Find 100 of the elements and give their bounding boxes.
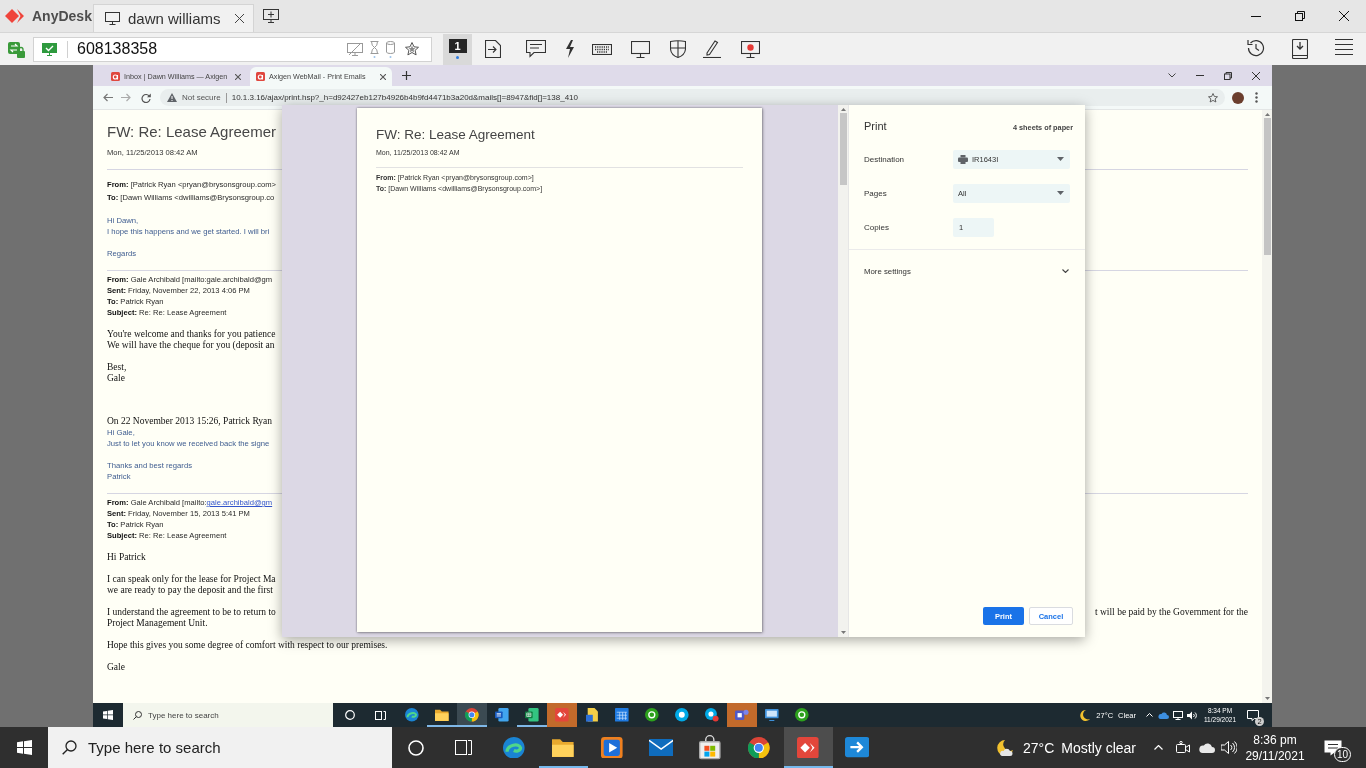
diamond-logo-icon	[555, 708, 569, 722]
scrollbar[interactable]	[1262, 110, 1272, 703]
chevron-up-icon[interactable]	[1146, 713, 1153, 717]
scrollbar-thumb[interactable]	[1263, 118, 1271, 255]
round-logo-icon	[675, 708, 689, 722]
circle-icon[interactable]	[408, 739, 424, 756]
round-logo-icon	[748, 736, 770, 759]
notification-badge: 10	[1334, 747, 1351, 762]
email-text: On 22 November 2013 15:26, Patrick Ryan	[107, 416, 273, 427]
email-text: You're welcome and thanks for you patience	[107, 329, 276, 340]
task-view-icon[interactable]	[454, 740, 472, 755]
lightning-icon[interactable]	[565, 40, 574, 58]
dialog-title: Print	[864, 119, 887, 133]
down-arrow-icon[interactable]	[840, 631, 846, 634]
email-subject: FW: Re: Lease Agreemer	[107, 122, 276, 142]
clock-date[interactable]: 29/11/2021	[1245, 747, 1305, 764]
address-field[interactable]: 608138358	[33, 36, 432, 62]
up-arrow-icon[interactable]	[1264, 113, 1270, 116]
email-text: Hope this gives you some degree of comfort with respect to our premises.	[107, 640, 388, 651]
video-call-icon[interactable]	[1176, 740, 1190, 755]
document-tile-icon	[495, 708, 509, 722]
address-bar[interactable]: Not secure 10.1.3.16/ajax/print.hsp?_h=d92427eb127b4926b4b9fd4471b3a20d&mails[]=8947&fid[]=138_410	[160, 89, 1225, 106]
session-tab[interactable]: dawn williams	[93, 4, 254, 32]
hourglass-icon[interactable]	[370, 40, 379, 58]
field-label: Copies	[864, 222, 890, 232]
scrollbar[interactable]	[838, 105, 848, 637]
search-field[interactable]: Type here to search	[48, 727, 392, 768]
task-view-icon[interactable]	[374, 710, 386, 720]
notification-icon[interactable]	[1247, 709, 1259, 721]
arrow-screen-icon	[844, 737, 870, 758]
search-field[interactable]: Type here to search	[123, 703, 333, 727]
close-icon[interactable]	[235, 14, 244, 23]
kebab-menu-icon[interactable]	[1255, 92, 1258, 103]
email-text: Gale	[107, 662, 125, 673]
app-logo-icon	[5, 8, 24, 24]
monitor-icon[interactable]	[631, 40, 650, 58]
email-text: We will have the cheque for you (deposit an	[107, 340, 275, 351]
email-text: Hi Patrick	[107, 552, 146, 563]
chevron-down-icon[interactable]	[1168, 73, 1176, 78]
connection-lock-icon	[8, 40, 25, 58]
close-icon[interactable]	[380, 73, 386, 80]
down-arrow-icon[interactable]	[1264, 697, 1270, 700]
cloud-icon[interactable]	[1158, 711, 1169, 719]
book-icon[interactable]	[1292, 39, 1308, 59]
security-chip[interactable]: Not secure	[182, 93, 221, 102]
network-icon[interactable]	[1173, 710, 1183, 720]
cloud-icon[interactable]	[1199, 742, 1215, 753]
menu-icon[interactable]	[1335, 39, 1353, 55]
monitor-slash-icon[interactable]	[347, 42, 363, 56]
cylinder-icon[interactable]	[386, 40, 395, 58]
volume-icon[interactable]	[1221, 741, 1237, 754]
reload-icon[interactable]	[141, 92, 151, 103]
star-icon[interactable]	[405, 42, 419, 56]
page-title: FW: Re: Lease Agreement	[376, 127, 535, 143]
display-button[interactable]: 1	[443, 33, 472, 65]
minimize-icon[interactable]	[1251, 15, 1261, 17]
restore-icon[interactable]	[1224, 71, 1232, 80]
favicon-icon	[256, 72, 265, 81]
star-icon[interactable]	[1208, 92, 1218, 103]
chevron-up-icon[interactable]	[1154, 745, 1163, 750]
new-tab-icon[interactable]	[402, 71, 411, 80]
field-label: Destination	[864, 154, 906, 164]
windows-logo-icon[interactable]	[103, 710, 113, 720]
chat-icon[interactable]	[526, 40, 546, 58]
windows-logo-icon[interactable]	[16, 740, 32, 755]
round-logo-icon	[795, 708, 809, 722]
monitor-plus-icon[interactable]	[263, 9, 279, 23]
arrow-box-icon[interactable]	[485, 40, 501, 58]
folder-icon	[435, 709, 449, 721]
file-icon	[586, 708, 598, 722]
close-icon[interactable]	[1339, 11, 1349, 21]
up-arrow-icon[interactable]	[840, 108, 846, 111]
screen-icon	[765, 709, 779, 721]
back-icon[interactable]	[103, 93, 113, 102]
warning-icon	[167, 93, 177, 102]
scrollbar-thumb[interactable]	[839, 113, 847, 185]
keyboard-icon[interactable]	[592, 43, 612, 55]
record-icon[interactable]	[741, 40, 760, 58]
avatar-icon[interactable]	[1232, 91, 1244, 104]
email-text: Best,	[107, 362, 127, 373]
clock-time[interactable]: 8:36 pm	[1253, 731, 1297, 748]
restore-icon[interactable]	[1295, 11, 1305, 21]
folder-icon	[552, 738, 574, 757]
pen-icon[interactable]	[703, 40, 721, 58]
tile-logo-icon	[735, 708, 749, 722]
monitor-icon[interactable]	[105, 12, 120, 25]
indicator-dot-icon	[456, 56, 459, 59]
taskbar-button[interactable]	[783, 727, 833, 768]
field-label: Pages	[864, 188, 888, 198]
close-icon[interactable]	[1252, 71, 1260, 80]
circle-icon[interactable]	[345, 710, 355, 720]
email-text: I understand the agreement to be to return to	[107, 607, 276, 618]
volume-icon[interactable]	[1187, 710, 1197, 720]
shield-icon[interactable]	[670, 40, 686, 58]
history-icon[interactable]	[1247, 39, 1265, 57]
shopping-bag-icon	[699, 735, 721, 760]
diamond-logo-icon	[797, 736, 819, 759]
search-icon	[133, 710, 142, 720]
moon-icon	[996, 738, 1015, 757]
play-tile-icon	[601, 736, 623, 759]
